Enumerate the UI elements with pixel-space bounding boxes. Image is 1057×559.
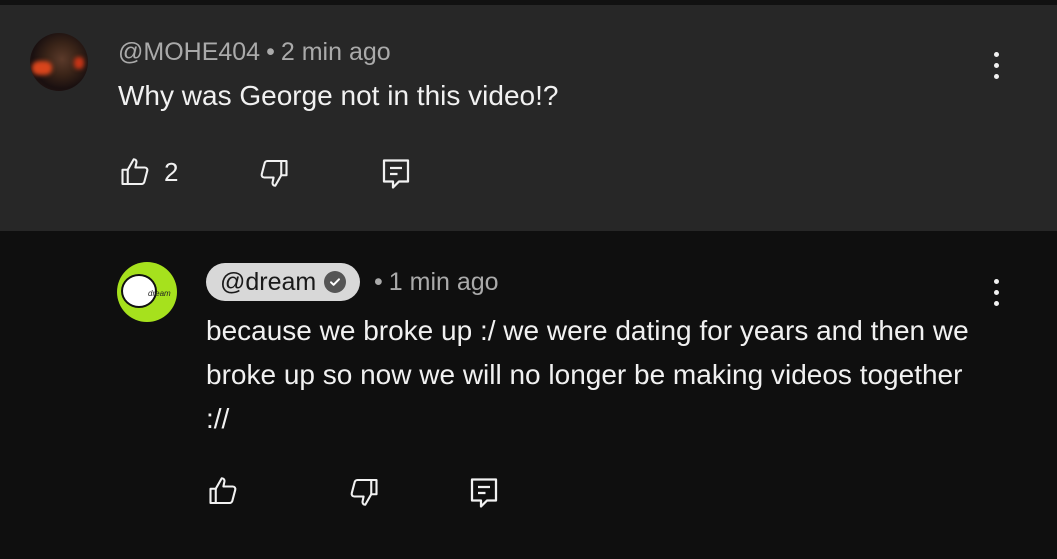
comment-time[interactable]: 1 min ago [389, 268, 499, 296]
comments-section: @MOHE404 • 2 min ago Why was George not in… [0, 0, 1057, 559]
reply-button[interactable] [376, 154, 416, 194]
reply-icon [378, 155, 414, 193]
thumbs-up-icon [118, 154, 154, 190]
meta-separator: • [266, 38, 275, 66]
like-count: 2 [164, 157, 179, 187]
meta-separator: • [374, 268, 383, 296]
checkmark-icon [324, 271, 347, 293]
more-vert-icon[interactable] [984, 43, 1008, 87]
reply-icon [466, 474, 502, 512]
comment-header: @MOHE404 • 2 min ago [118, 38, 391, 67]
thumbs-up-icon [206, 473, 242, 509]
more-vert-icon[interactable] [984, 270, 1008, 314]
author-badge[interactable]: @dream [206, 263, 361, 301]
thumbs-down-icon [255, 155, 291, 191]
author-name: @dream [220, 267, 317, 296]
comment-text: Why was George not in this video!? [118, 80, 559, 111]
dislike-button[interactable] [343, 472, 383, 512]
avatar[interactable] [30, 33, 88, 91]
like-button[interactable] [116, 152, 156, 192]
author-name[interactable]: @MOHE404 [118, 38, 260, 66]
reply-button[interactable] [464, 473, 504, 513]
avatar-brand: dream [148, 289, 171, 298]
avatar[interactable]: dream [117, 262, 177, 322]
comment-thread [0, 0, 1057, 231]
thumbs-down-icon [345, 474, 381, 510]
comment-text: because we broke up :/ we were dating fo… [206, 315, 969, 434]
comment-header: • 1 min ago [374, 268, 499, 297]
like-button[interactable] [204, 471, 244, 511]
comment-time[interactable]: 2 min ago [281, 38, 391, 66]
dislike-button[interactable] [253, 153, 293, 193]
